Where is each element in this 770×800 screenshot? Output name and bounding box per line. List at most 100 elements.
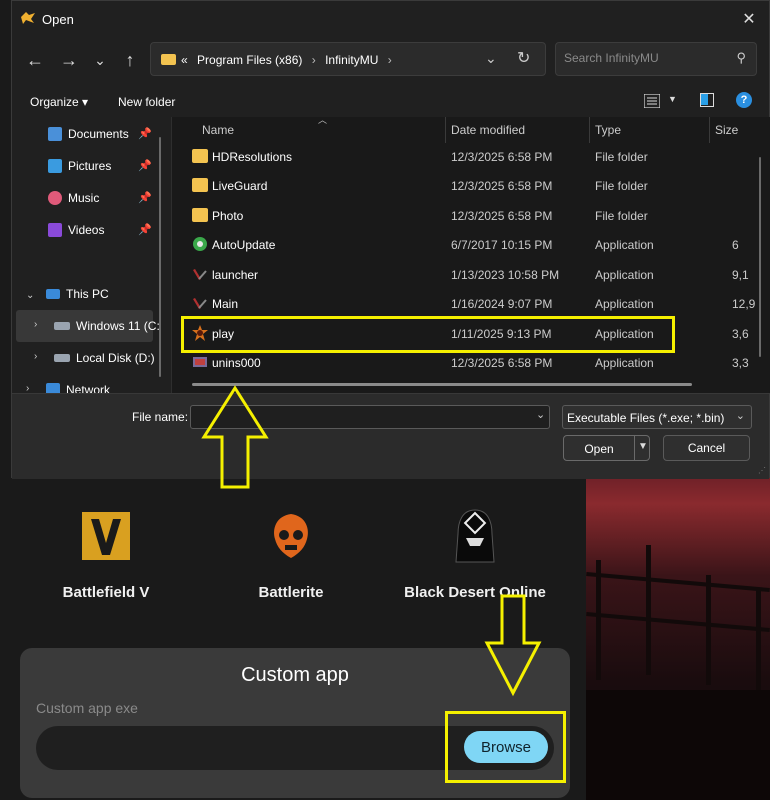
new-folder-button[interactable]: New folder [118,95,175,109]
file-type-select[interactable]: Executable Files (*.exe; *.bin) ⌄ [562,405,752,429]
nav-item-label: This PC [66,287,109,301]
computer-icon [46,289,60,299]
folder-icon [161,54,176,65]
custom-app-exe-label: Custom app exe [36,700,138,716]
file-name: launcher [212,268,259,282]
nav-scrollbar[interactable] [159,137,161,377]
pin-icon: 📌 [138,192,152,204]
breadcrumb-overflow[interactable]: « [181,53,188,67]
highlight-box-play-row [181,316,675,353]
nav-item-network[interactable]: Network [46,377,110,393]
breadcrumb-item[interactable]: InfinityMU [325,53,378,67]
column-header-name[interactable]: Name [202,123,234,143]
chevron-right-icon[interactable]: › [34,319,37,330]
forward-button[interactable]: → [58,49,80,71]
game-name: Battlefield V [62,584,150,601]
pictures-icon [48,159,62,173]
column-header-type[interactable]: Type [595,123,621,143]
chevron-down-icon[interactable]: ⌄ [536,408,545,421]
search-icon: ⚲ [736,50,746,65]
file-row[interactable]: Main 1/16/2024 9:07 PM Application 12,9 [172,289,756,318]
chevron-down-icon[interactable]: ⌄ [26,290,34,301]
file-type: File folder [595,150,648,164]
search-input[interactable] [564,51,724,65]
file-row[interactable]: Photo 12/3/2025 6:58 PM File folder [172,201,752,230]
organize-button[interactable]: Organize ▾ [30,95,88,109]
file-type: Application [595,356,654,370]
file-name: Photo [212,209,244,223]
nav-item-pictures[interactable]: Pictures [48,153,111,179]
open-button[interactable]: Open ▼ [563,435,650,461]
breadcrumb: « Program Files (x86) › InfinityMU › [181,53,398,67]
column-divider[interactable] [445,117,446,143]
preview-pane-icon[interactable] [700,93,714,107]
nav-item-videos[interactable]: Videos [48,217,104,243]
dialog-titlebar[interactable]: Open ✕ [12,1,769,37]
breadcrumb-item[interactable]: Program Files (x86) [197,53,302,67]
file-date: 12/3/2025 6:58 PM [451,179,553,193]
game-tile-battlerite[interactable]: Battlerite [206,510,376,601]
resize-grip-icon[interactable]: ⋰ [758,466,766,475]
game-tile-battlefield-v[interactable]: Battlefield V [21,510,191,601]
view-dropdown-icon[interactable]: ▼ [668,94,677,104]
up-arrow-annotation-icon [201,385,269,489]
up-arrow-icon: ↑ [125,49,135,70]
column-header-size[interactable]: Size [715,123,738,143]
game-tile-black-desert[interactable]: Black Desert Online [390,509,560,601]
folder-icon [192,149,208,163]
file-row[interactable]: LiveGuard 12/3/2025 6:58 PM File folder [172,171,752,200]
cancel-button[interactable]: Cancel [663,435,750,461]
column-divider[interactable] [589,117,590,143]
file-type: Application [595,297,654,311]
file-row[interactable]: AutoUpdate 6/7/2017 10:15 PM Application… [172,230,752,259]
chevron-right-icon[interactable]: › [26,383,29,393]
refresh-icon[interactable]: ↻ [517,48,530,68]
view-options-icon[interactable] [644,94,660,108]
file-date: 6/7/2017 10:15 PM [451,238,553,252]
videos-icon [48,223,62,237]
column-divider[interactable] [709,117,710,143]
nav-item-label: Network [66,383,111,393]
nav-item-music[interactable]: Music [48,185,99,211]
pin-icon: 📌 [138,160,152,172]
nav-item-documents[interactable]: Documents [48,121,129,147]
pin-icon: 📌 [138,224,152,236]
close-icon: ✕ [742,11,756,28]
file-size: 3,3 [732,356,749,370]
folder-icon [192,178,208,192]
nav-item-label: Pictures [68,159,112,173]
autoupdate-icon [193,237,207,251]
file-type: Application [595,238,654,252]
split-divider [634,436,635,460]
dialog-app-icon [21,12,35,24]
launcher-icon [193,269,207,280]
file-name: unins000 [212,356,261,370]
chevron-right-icon[interactable]: › [34,351,37,362]
vertical-scrollbar[interactable] [759,157,761,357]
battlerite-logo [265,510,317,562]
column-header-date[interactable]: Date modified [451,123,525,143]
file-row[interactable]: HDResolutions 12/3/2025 6:58 PM File fol… [172,142,752,171]
close-button[interactable]: ✕ [737,7,761,31]
recent-locations-button[interactable]: ⌄ [89,49,111,71]
address-dropdown-icon[interactable]: ⌄ [485,50,497,67]
network-icon [46,383,60,393]
main-icon [193,298,207,309]
address-bar[interactable]: « Program Files (x86) › InfinityMU › ⌄ ↻ [150,42,546,76]
file-date: 1/16/2024 9:07 PM [451,297,553,311]
file-size: 12,9 [732,297,756,311]
back-arrow-icon: ← [26,49,44,70]
uninstall-icon [193,357,207,367]
file-row[interactable]: launcher 1/13/2023 10:58 PM Application … [172,260,752,289]
nav-item-local-disk[interactable]: Local Disk (D:) [54,345,155,371]
highlight-box-browse [445,711,566,783]
music-icon [48,191,62,205]
nav-item-windows-drive[interactable]: Windows 11 (C: [54,313,160,339]
help-icon[interactable]: ? [736,92,752,108]
up-button[interactable]: ↑ [119,49,141,71]
open-dropdown-icon[interactable]: ▼ [638,441,648,452]
nav-item-this-pc[interactable]: This PC [46,281,109,307]
file-type: File folder [595,209,648,223]
back-button[interactable]: ← [24,49,46,71]
search-box[interactable]: ⚲ [555,42,757,76]
